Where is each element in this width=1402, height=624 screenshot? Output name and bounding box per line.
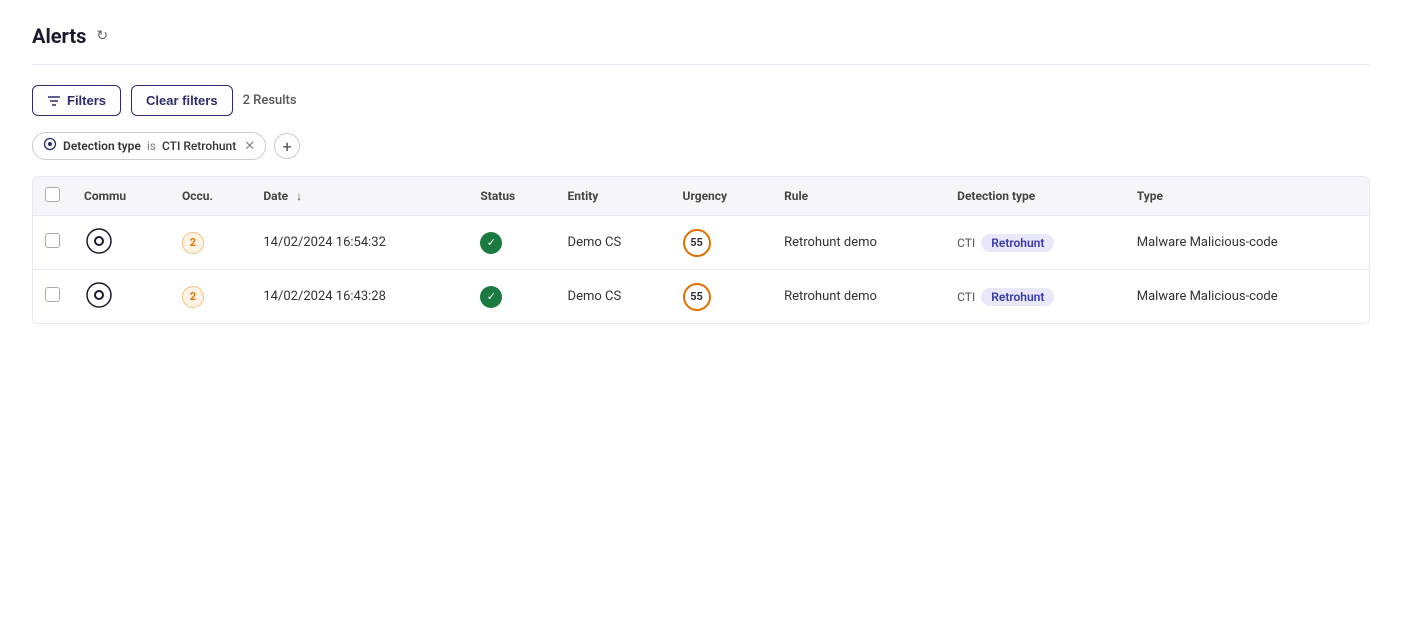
commu-icon [84,280,114,310]
row-type: Malware Malicious-code [1125,216,1369,270]
row-checkbox-cell[interactable] [33,216,72,270]
row-status: ✓ [468,216,555,270]
commu-icon [84,226,114,256]
header-entity: Entity [556,177,671,216]
row-entity: Demo CS [556,270,671,324]
row-urgency: 55 [671,216,773,270]
refresh-icon[interactable]: ↻ [96,28,108,44]
table-header-row: Commu Occu. Date ↓ Status [33,177,1369,216]
row-date: 14/02/2024 16:43:28 [251,270,468,324]
toolbar: Filters Clear filters 2 Results [32,85,1370,116]
filter-icon [47,94,61,108]
filter-chip: Detection type is CTI Retrohunt ✕ [32,132,266,160]
status-icon-check: ✓ [480,232,502,254]
row-detection-type: CTI Retrohunt [945,216,1125,270]
row-commu [72,216,170,270]
filter-chip-icon [43,137,57,155]
row-checkbox[interactable] [45,287,60,302]
header-occu: Occu. [170,177,251,216]
filter-row: Detection type is CTI Retrohunt ✕ + [32,132,1370,160]
row-urgency: 55 [671,270,773,324]
table-row[interactable]: 2 14/02/2024 16:43:28 ✓ Demo CS 55 Retro… [33,270,1369,324]
filter-chip-close[interactable]: ✕ [244,139,255,154]
header-status: Status [468,177,555,216]
filter-chip-key: Detection type [63,139,141,153]
header-date[interactable]: Date ↓ [251,177,468,216]
header-commu: Commu [72,177,170,216]
row-checkbox[interactable] [45,233,60,248]
add-filter-button[interactable]: + [274,133,300,159]
table-row[interactable]: 2 14/02/2024 16:54:32 ✓ Demo CS 55 Retro… [33,216,1369,270]
retrohunt-badge: Retrohunt [981,288,1054,306]
row-rule: Retrohunt demo [772,270,945,324]
header-select-all[interactable] [33,177,72,216]
filters-button[interactable]: Filters [32,85,121,116]
page: Alerts ↻ Filters Clear filters 2 Results… [0,0,1402,624]
urgency-badge: 55 [683,283,711,311]
row-rule: Retrohunt demo [772,216,945,270]
alerts-table-wrapper: Commu Occu. Date ↓ Status [32,176,1370,324]
occu-badge: 2 [182,232,204,254]
row-occu: 2 [170,270,251,324]
cti-label: CTI [957,236,975,250]
header-type: Type [1125,177,1369,216]
retrohunt-badge: Retrohunt [981,234,1054,252]
filter-chip-value: CTI Retrohunt [162,139,236,153]
header-rule: Rule [772,177,945,216]
occu-badge: 2 [182,286,204,308]
row-type: Malware Malicious-code [1125,270,1369,324]
row-entity: Demo CS [556,216,671,270]
row-detection-type: CTI Retrohunt [945,270,1125,324]
status-icon-check: ✓ [480,286,502,308]
filters-label: Filters [67,93,106,108]
page-header: Alerts ↻ [32,24,1370,65]
results-count: 2 Results [243,93,297,108]
row-commu [72,270,170,324]
row-status: ✓ [468,270,555,324]
urgency-badge: 55 [683,229,711,257]
page-title: Alerts [32,24,86,48]
cti-label: CTI [957,290,975,304]
filter-chip-op: is [147,139,156,153]
row-checkbox-cell[interactable] [33,270,72,324]
row-occu: 2 [170,216,251,270]
header-urgency: Urgency [671,177,773,216]
header-detection-type: Detection type [945,177,1125,216]
clear-filters-button[interactable]: Clear filters [131,85,233,116]
alerts-table: Commu Occu. Date ↓ Status [33,177,1369,323]
date-sort-icon: ↓ [296,189,302,203]
row-date: 14/02/2024 16:54:32 [251,216,468,270]
select-all-checkbox[interactable] [45,187,60,202]
